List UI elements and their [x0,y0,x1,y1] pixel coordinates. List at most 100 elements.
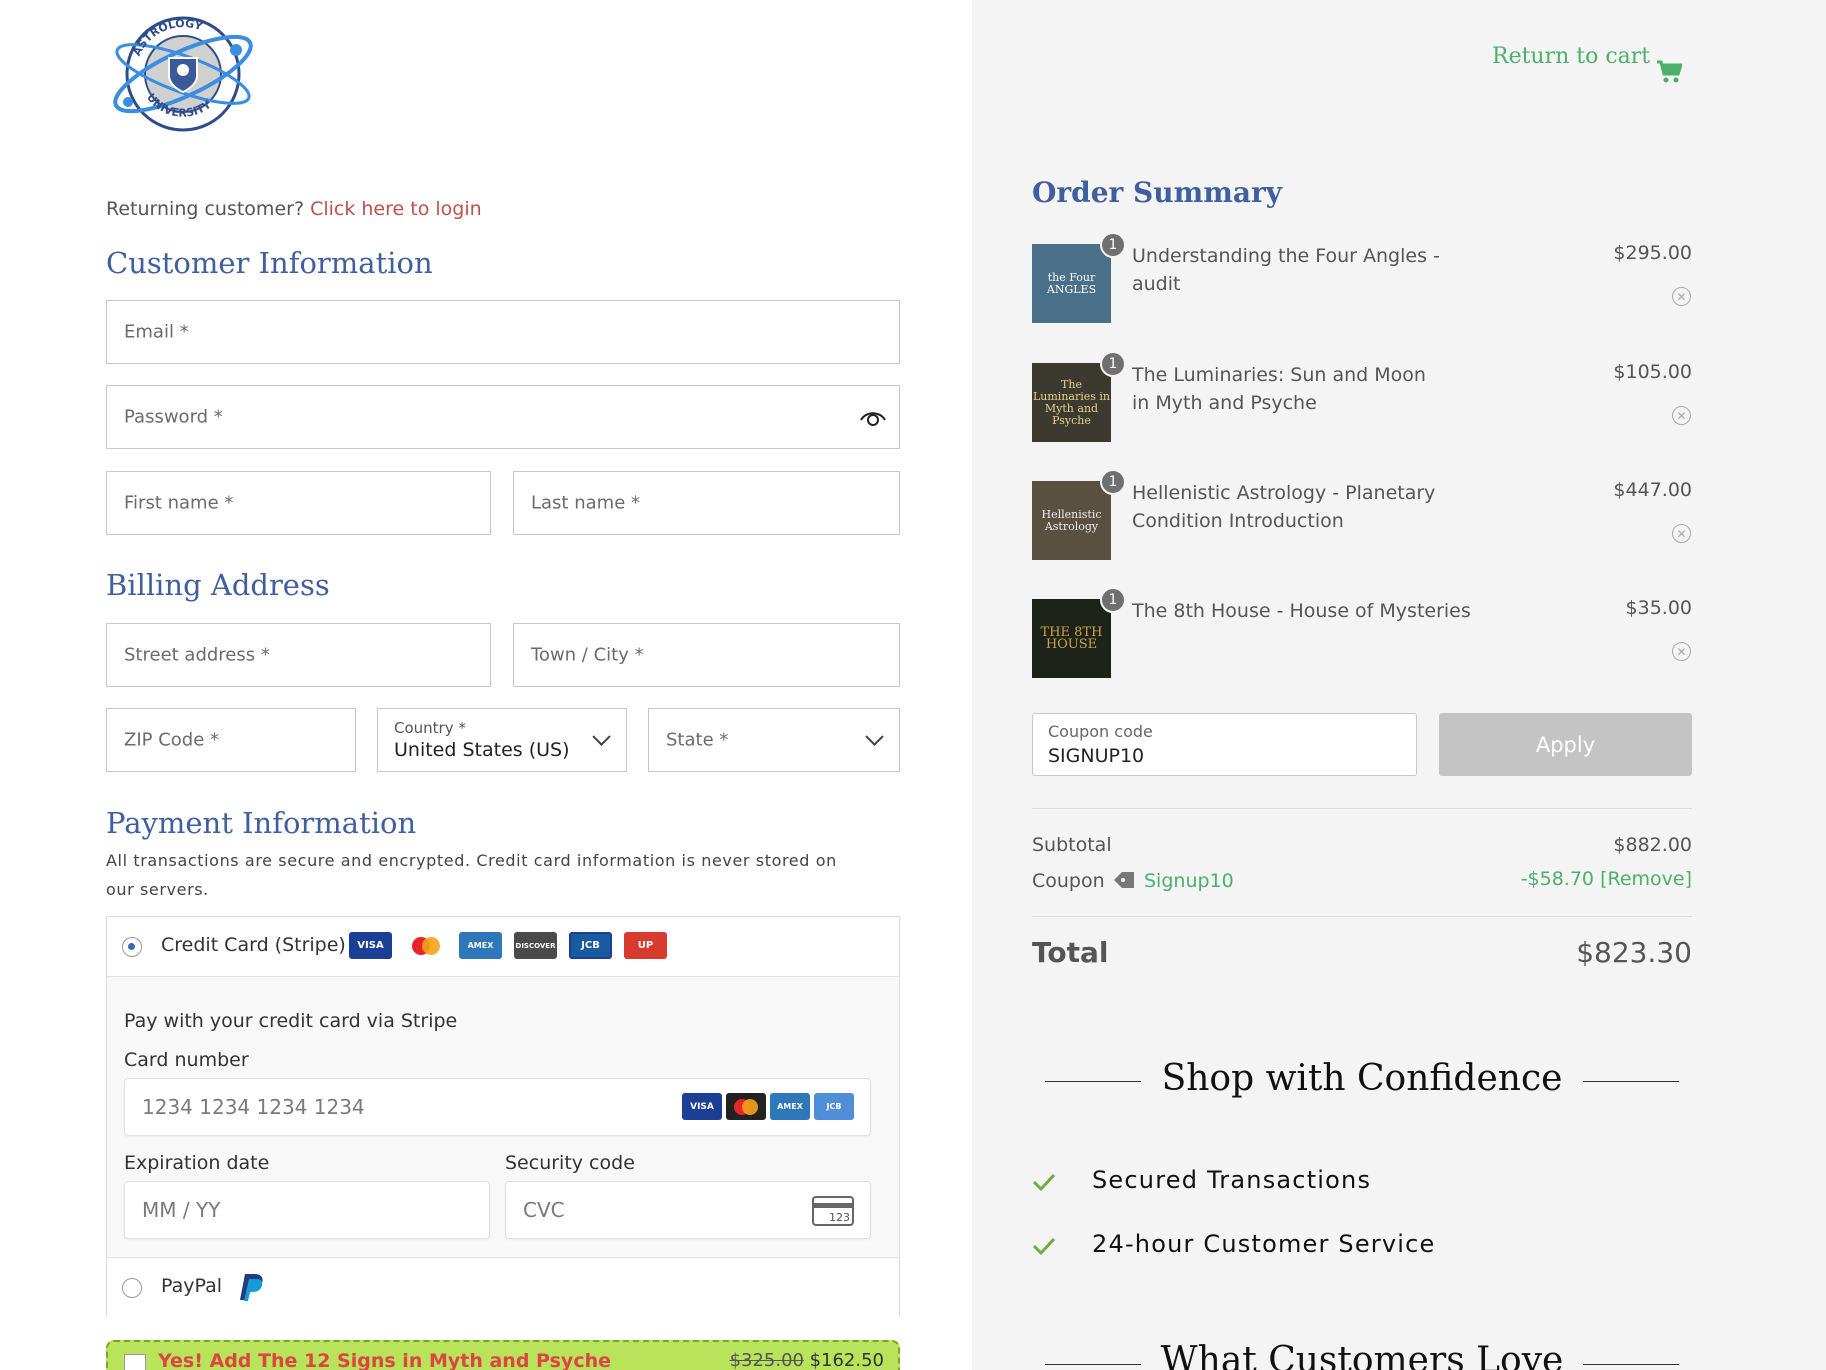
order-item: The Luminaries in Myth and Psyche 1 The … [1032,351,1692,451]
cvc-placeholder: CVC [523,1198,565,1222]
card-number-input[interactable]: 1234 1234 1234 1234 VISA AMEX JCB [124,1078,871,1136]
zip-placeholder: ZIP Code * [124,729,220,751]
upsell-text: Yes! Add The 12 Signs in Myth and Psyche [158,1350,611,1370]
security-code-label: Security code [505,1152,635,1174]
item-price: $105.00 [1613,361,1692,383]
coupon-tag-icon [1114,872,1134,888]
payment-description: All transactions are secure and encrypte… [106,851,837,899]
credit-card-radio[interactable] [122,937,142,957]
town-city-field[interactable]: Town / City * [513,623,900,687]
state-placeholder: State * [666,729,729,751]
shop-with-confidence-title: Shop with Confidence [1161,1058,1563,1099]
upsell-new-price: $162.50 [809,1350,884,1370]
item-thumbnail: THE 8TH HOUSE [1032,599,1111,678]
card-number-brands: VISA AMEX JCB [682,1093,854,1120]
item-name: The Luminaries: Sun and Moon in Myth and… [1132,364,1426,414]
jcb-icon: JCB [569,932,612,959]
coupon-row-label: Coupon [1032,870,1105,892]
coupon-code-label: Coupon code [1048,722,1153,741]
remove-coupon-link[interactable]: -$58.70 [Remove] [1521,868,1692,890]
returning-text: Returning customer? [106,198,305,220]
paypal-label: PayPal [161,1275,223,1297]
password-placeholder: Password * [124,406,223,428]
apply-coupon-button[interactable]: Apply [1439,713,1692,776]
coupon-code-input[interactable]: Coupon code SIGNUP10 [1032,713,1417,776]
order-item: Hellenistic Astrology 1 Hellenistic Astr… [1032,469,1692,569]
what-customers-love-title: What Customers Love [1160,1340,1564,1370]
paypal-option[interactable]: PayPal [107,1257,899,1317]
unionpay-icon: UP [624,932,667,959]
upsell-checkbox[interactable] [124,1354,146,1370]
cart-icon[interactable] [1656,60,1682,84]
payment-methods: Credit Card (Stripe) VISA AMEX DISCOVER … [106,916,900,1317]
item-quantity-badge: 1 [1100,587,1126,613]
mastercard-icon [726,1093,766,1120]
remove-item-icon[interactable]: ✕ [1672,287,1691,306]
item-thumbnail: Hellenistic Astrology [1032,481,1111,560]
visa-icon: VISA [349,932,392,959]
expiry-input[interactable]: MM / YY [124,1181,490,1239]
remove-item-icon[interactable]: ✕ [1672,642,1691,661]
visa-icon: VISA [682,1093,722,1120]
customer-info-title: Customer Information [106,246,433,280]
card-number-label: Card number [124,1049,249,1071]
street-address-field[interactable]: Street address * [106,623,491,687]
street-placeholder: Street address * [124,644,270,666]
astrology-university-logo[interactable]: ASTROLOGY UNIVERSITY [106,12,261,134]
discover-icon: DISCOVER [514,932,557,959]
upsell-offer[interactable]: Yes! Add The 12 Signs in Myth and Psyche… [106,1340,900,1370]
email-field[interactable]: Email * [106,300,900,364]
amex-icon: AMEX [459,932,502,959]
checkmark-icon [1032,1237,1056,1256]
divider [1583,1364,1679,1365]
remove-item-icon[interactable]: ✕ [1672,524,1691,543]
order-item: the Four ANGLES 1 Understanding the Four… [1032,232,1692,332]
paypal-icon [240,1274,263,1301]
cvc-icon-text: 123 [829,1211,850,1224]
subtotal-value: $882.00 [1613,834,1692,856]
country-label: Country * [394,719,466,737]
benefit-item: 24-hour Customer Service [1092,1230,1436,1258]
coupon-code-value: SIGNUP10 [1048,745,1145,767]
credit-card-option[interactable]: Credit Card (Stripe) VISA AMEX DISCOVER … [107,917,899,977]
item-price: $447.00 [1613,479,1692,501]
paypal-radio[interactable] [122,1278,142,1298]
remove-item-icon[interactable]: ✕ [1672,406,1691,425]
last-name-field[interactable]: Last name * [513,471,900,535]
expiry-placeholder: MM / YY [142,1198,221,1222]
item-name: The 8th House - House of Mysteries [1132,600,1471,622]
show-password-eye-icon[interactable] [859,408,887,428]
password-field[interactable]: Password * [106,385,900,449]
stripe-intro: Pay with your credit card via Stripe [124,1010,458,1032]
returning-customer: Returning customer? Click here to login [106,198,482,220]
cvc-input[interactable]: CVC 123 [505,1181,871,1239]
expiry-label: Expiration date [124,1152,270,1174]
total-value: $823.30 [1576,936,1692,969]
divider [1032,916,1692,917]
chevron-down-icon [865,727,884,746]
town-placeholder: Town / City * [531,644,644,666]
applied-coupon-name: Signup10 [1144,870,1234,892]
cvc-card-icon: 123 [812,1196,854,1226]
login-link[interactable]: Click here to login [310,198,482,220]
return-to-cart-link[interactable]: Return to cart [1492,44,1650,69]
subtotal-label: Subtotal [1032,834,1112,856]
country-select[interactable]: Country * United States (US) [377,708,627,772]
first-name-field[interactable]: First name * [106,471,491,535]
mastercard-icon [404,932,447,959]
country-value: United States (US) [394,739,570,761]
amex-icon: AMEX [770,1093,810,1120]
item-price: $295.00 [1613,242,1692,264]
benefit-item: Secured Transactions [1092,1166,1372,1194]
item-quantity-badge: 1 [1100,469,1126,495]
item-name: Understanding the Four Angles - audit [1132,245,1440,295]
order-item: THE 8TH HOUSE 1 The 8th House - House of… [1032,587,1692,687]
billing-address-title: Billing Address [106,568,330,602]
divider [1583,1081,1679,1082]
order-summary-title: Order Summary [1032,176,1283,209]
chevron-down-icon [592,727,611,746]
state-select[interactable]: State * [648,708,900,772]
zip-code-field[interactable]: ZIP Code * [106,708,356,772]
checkmark-icon [1032,1173,1056,1192]
total-label: Total [1032,936,1109,969]
